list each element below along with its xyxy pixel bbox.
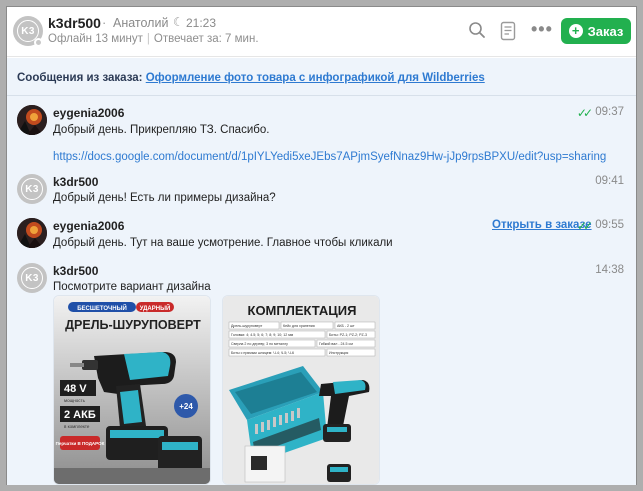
moon-icon: ☾: [173, 15, 184, 29]
drill-plus-label: +24: [179, 402, 193, 411]
kit-row-1-cell-3: АКБ - 2 шт: [337, 324, 355, 328]
kit-row-2-cell-2: Биты: PZ-1; PZ-2; PZ-3: [329, 333, 367, 337]
offline-status-dot: [34, 38, 43, 47]
status-line: Офлайн 13 минут | Отвечает за: 7 мин.: [48, 33, 259, 45]
order-button-label: Заказ: [587, 23, 624, 39]
drill-title: ДРЕЛЬ-ШУРУПОВЕРТ: [65, 318, 201, 332]
drill-volt: 48 V: [64, 383, 87, 395]
message-author[interactable]: eygenia2006: [53, 106, 124, 120]
kit-title: КОМПЛЕКТАЦИЯ: [248, 303, 357, 318]
screenshot-frame: K3 k3dr500 · Анатолий ☾ 21:23 Офлайн 13 …: [0, 0, 643, 491]
online-status: Офлайн 13 минут: [48, 33, 143, 45]
drill-gift: Перчатки В ПОДАРОК: [56, 441, 105, 446]
avatar[interactable]: K3: [17, 263, 47, 293]
order-button[interactable]: + Заказ: [561, 18, 631, 44]
more-options-icon[interactable]: •••: [531, 19, 552, 39]
message-text: Добрый день! Есть ли примеры дизайна?: [53, 192, 276, 204]
message-text: Добрый день. Тут на ваше усмотрение. Гла…: [53, 237, 393, 249]
contact-name[interactable]: k3dr500: [48, 15, 101, 31]
drill-badge-left: БЕСШЕТОЧНЫЙ: [77, 304, 127, 312]
order-reference: Сообщения из заказа: Оформление фото тов…: [17, 72, 485, 84]
chat-window: K3 k3dr500 · Анатолий ☾ 21:23 Офлайн 13 …: [6, 6, 637, 485]
chat-area: Сообщения из заказа: Оформление фото тов…: [7, 58, 636, 485]
double-check-icon: ✓✓: [576, 106, 593, 120]
avatar[interactable]: [17, 218, 47, 248]
message-time: 09:41: [595, 175, 624, 187]
contact-real-name: Анатолий: [113, 16, 169, 30]
attachment-image-drill[interactable]: БЕСШЕТОЧНЫЙ УДАРНЫЙ ДРЕЛЬ-ШУРУПОВЕРТ +24…: [53, 295, 211, 485]
drill-akb: 2 АКБ: [64, 409, 96, 421]
status-divider: |: [146, 33, 150, 45]
order-reference-link[interactable]: Оформление фото товара с инфографикой дл…: [146, 72, 485, 84]
avatar-initials: K3: [21, 267, 43, 289]
drill-volt-sub: мощность: [64, 398, 86, 403]
message-time: 09:55: [595, 219, 624, 231]
avatar-initials: K3: [21, 178, 43, 200]
avatar[interactable]: K3: [17, 174, 47, 204]
plus-icon: +: [568, 24, 583, 38]
double-check-icon: ✓✓: [576, 219, 593, 233]
divider: [7, 95, 636, 96]
message-text: Посмотрите вариант дизайна: [53, 281, 211, 293]
message-author[interactable]: k3dr500: [53, 175, 98, 189]
message-author[interactable]: k3dr500: [53, 264, 98, 278]
order-reference-label: Сообщения из заказа:: [17, 72, 143, 84]
kit-row-1-cell-2: Кейс для хранения: [283, 324, 315, 328]
kit-row-4-cell-1: Биты с прямым шлицем: Ч-4; Ч-5; Ч-6: [231, 351, 294, 355]
kit-row-4-cell-2: Инструкция: [329, 351, 348, 355]
local-time: 21:23: [186, 16, 217, 30]
message-time: 09:37: [595, 106, 624, 118]
kit-row-2-cell-1: Головки: 4; 4.5; 5; 6; 7; 8; 9; 10; 12 м…: [231, 333, 294, 337]
message-time: 14:38: [595, 264, 624, 276]
message-author[interactable]: eygenia2006: [53, 219, 124, 233]
attachment-image-kit[interactable]: КОМПЛЕКТАЦИЯ Дрель-шуруповерт Кейс для х…: [222, 295, 380, 485]
response-time: Отвечает за: 7 мин.: [153, 33, 259, 45]
search-icon[interactable]: [468, 21, 488, 41]
drill-badge-right: УДАРНЫЙ: [140, 304, 171, 312]
message-text: Добрый день. Прикрепляю ТЗ. Спасибо.: [53, 124, 270, 136]
name-separator: ·: [102, 15, 107, 30]
kit-row-3-cell-1: Сверла 2 по дереву; 3 по металлу: [231, 342, 288, 346]
kit-row-3-cell-2: Гибкий вал - 24.5 см: [319, 342, 353, 346]
drill-akb-sub: в комплекте: [64, 424, 90, 429]
kit-row-1-cell-1: Дрель-шуруповерт: [231, 324, 263, 328]
message-link[interactable]: https://docs.google.com/document/d/1pIYL…: [53, 151, 606, 163]
chat-header: K3 k3dr500 · Анатолий ☾ 21:23 Офлайн 13 …: [7, 7, 636, 57]
document-icon[interactable]: [499, 21, 519, 41]
avatar[interactable]: [17, 105, 47, 135]
